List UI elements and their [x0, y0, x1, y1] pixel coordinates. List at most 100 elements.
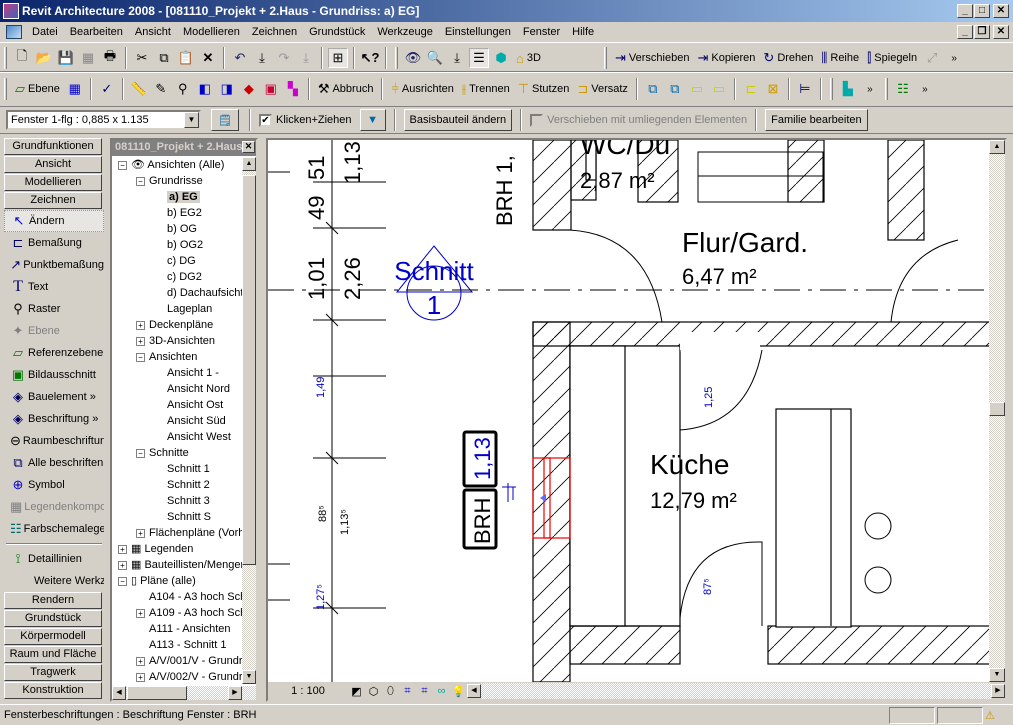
- tree-node[interactable]: Ansicht 1 -: [112, 365, 244, 381]
- tool-raumbeschriftung[interactable]: ⊖ Raumbeschriftung: [4, 430, 104, 452]
- browser-vscroll[interactable]: ▲ ▼: [242, 157, 256, 684]
- tree-node[interactable]: +A/V/001/V - Grundriss: [112, 653, 244, 669]
- expand-icon[interactable]: +: [118, 544, 127, 554]
- tree-node[interactable]: Ansicht Ost: [112, 397, 244, 413]
- tool-raster[interactable]: ⚲ Raster: [4, 298, 104, 320]
- tree-node[interactable]: b) OG2: [112, 237, 244, 253]
- join-icon[interactable]: ⧉: [643, 79, 663, 99]
- canvas-scroll-up-icon[interactable]: ▲: [989, 140, 1005, 154]
- tree-node[interactable]: − Grundrisse: [112, 173, 244, 189]
- scroll-right-icon[interactable]: ▶: [228, 686, 242, 700]
- tool-bildausschnitt[interactable]: ▣ Bildausschnitt: [4, 364, 104, 386]
- 3d-view-button[interactable]: ⌂ 3D: [512, 47, 545, 69]
- crop-visibility-icon[interactable]: ⌗: [416, 685, 433, 698]
- align-button[interactable]: ⫩ Ausrichten: [387, 78, 457, 100]
- tree-node[interactable]: A104 - A3 hoch Schnitt: [112, 589, 244, 605]
- menu-werkzeuge[interactable]: Werkzeuge: [371, 26, 438, 38]
- temp-hide-icon[interactable]: ∞: [433, 685, 450, 697]
- array-button[interactable]: ⫼ Reihe: [817, 47, 863, 69]
- doc-restore-button[interactable]: ❐: [974, 25, 990, 39]
- paint-icon[interactable]: ⚲: [173, 79, 193, 99]
- join-geometry-icon[interactable]: ◨: [217, 79, 237, 99]
- more-tools-icon[interactable]: »: [944, 48, 964, 68]
- cut-icon[interactable]: ✂: [132, 48, 152, 68]
- expand-icon[interactable]: +: [136, 656, 145, 666]
- render-icon[interactable]: ▙: [838, 79, 858, 99]
- copy-element-button[interactable]: ⇥ Kopieren: [693, 47, 759, 69]
- tree-node[interactable]: + Flächenpläne (Vorh.): [112, 525, 244, 541]
- open-icon[interactable]: 📂: [34, 48, 54, 68]
- offset-button[interactable]: ⊐ Versatz: [573, 78, 632, 100]
- tool-beschriftung[interactable]: ◈ Beschriftung »: [4, 408, 104, 430]
- close-icon[interactable]: ✕: [242, 141, 255, 153]
- tree-node[interactable]: + ▦ Legenden: [112, 541, 244, 557]
- split-button[interactable]: ⫲ Trennen: [458, 78, 514, 100]
- delete-icon[interactable]: ✕: [198, 48, 218, 68]
- doc-minimize-button[interactable]: _: [957, 25, 973, 39]
- scroll-thumb[interactable]: [242, 175, 256, 565]
- uncut-wall-icon[interactable]: ▭: [709, 79, 729, 99]
- collapse-icon[interactable]: −: [118, 160, 127, 170]
- close-button[interactable]: ✕: [993, 4, 1009, 18]
- tree-node[interactable]: +A109 - A3 hoch Schnitt: [112, 605, 244, 621]
- tree-node[interactable]: c) DG: [112, 253, 244, 269]
- tree-node[interactable]: Ansicht Nord: [112, 381, 244, 397]
- scroll-up-icon[interactable]: ▲: [242, 157, 256, 171]
- maximize-button[interactable]: □: [974, 4, 990, 18]
- tree-node[interactable]: Schnitt 3: [112, 493, 244, 509]
- selected-window-tag[interactable]: 1,13 BRH: [462, 430, 516, 550]
- collapse-icon[interactable]: −: [136, 352, 145, 362]
- move-button[interactable]: ⇥ Verschieben: [611, 47, 693, 69]
- paint-bucket-icon[interactable]: ◆: [239, 79, 259, 99]
- split-face-icon[interactable]: ◧: [195, 79, 215, 99]
- menu-fenster[interactable]: Fenster: [517, 26, 566, 38]
- section-marker[interactable]: Schnitt 1: [394, 245, 475, 321]
- tree-node[interactable]: A113 - Schnitt 1: [112, 637, 244, 653]
- tool-symbol[interactable]: ⊕ Symbol: [4, 474, 104, 496]
- resize-icon[interactable]: ⤢: [922, 48, 942, 68]
- tab-ansicht[interactable]: Ansicht: [4, 156, 102, 173]
- canvas-scroll-down-icon[interactable]: ▼: [989, 668, 1005, 682]
- expand-icon[interactable]: +: [118, 560, 127, 570]
- cut-geometry-icon[interactable]: ▣: [261, 79, 281, 99]
- zoom-dropdown-icon[interactable]: ⤓: [447, 48, 467, 68]
- window-tag-brh-top[interactable]: BRH 1,: [492, 155, 517, 226]
- pick-host-icon[interactable]: ⊠: [763, 79, 783, 99]
- dimension-lock-icon[interactable]: ⊨: [795, 79, 815, 99]
- demolish-button[interactable]: ⚒ Abbruch: [314, 78, 378, 100]
- menu-hilfe[interactable]: Hilfe: [566, 26, 600, 38]
- spellcheck-icon[interactable]: ✓: [97, 79, 117, 99]
- cut-wall-icon[interactable]: ▭: [687, 79, 707, 99]
- save-icon[interactable]: 💾: [56, 48, 76, 68]
- scroll-left-icon[interactable]: ◀: [112, 686, 126, 700]
- expand-icon[interactable]: +: [136, 320, 145, 330]
- redo-icon[interactable]: ↷: [274, 48, 294, 68]
- expand-icon[interactable]: +: [136, 528, 145, 538]
- hscroll-thumb[interactable]: [127, 686, 187, 700]
- tab-konstruktion[interactable]: Konstruktion: [4, 682, 102, 699]
- tab-koerpermodell[interactable]: Körpermodell: [4, 628, 102, 645]
- paste-icon[interactable]: 📋: [176, 48, 196, 68]
- model-graphics-icon[interactable]: ⬡: [365, 685, 382, 698]
- klicken-ziehen-checkbox[interactable]: ✔ Klicken+Ziehen: [259, 113, 352, 127]
- menu-einstellungen[interactable]: Einstellungen: [439, 26, 517, 38]
- detail-level-icon[interactable]: ◩: [348, 685, 365, 698]
- more2-icon[interactable]: »: [915, 79, 935, 99]
- tree-node[interactable]: Schnitt 2: [112, 477, 244, 493]
- document-icon[interactable]: [6, 25, 22, 39]
- tree-node[interactable]: b) OG: [112, 221, 244, 237]
- undo-dropdown-icon[interactable]: ⤓: [252, 48, 272, 68]
- more-tools[interactable]: Weitere Werkzeuge: [4, 570, 104, 592]
- tree-node[interactable]: − ▯ Pläne (alle): [112, 573, 244, 589]
- canvas-vscroll[interactable]: ▲ ▼: [989, 140, 1005, 682]
- tree-node[interactable]: − 👁 Ansichten (Alle): [112, 157, 244, 173]
- tool-bemassung[interactable]: ⊏ Bemaßung: [4, 232, 104, 254]
- tool-alle-beschriften[interactable]: ⧉ Alle beschriften: [4, 452, 104, 474]
- reveal-hidden-icon[interactable]: 💡: [450, 685, 467, 698]
- grid-pattern-icon[interactable]: ▦: [65, 79, 85, 99]
- tree-node[interactable]: Schnitt S: [112, 509, 244, 525]
- menu-ansicht[interactable]: Ansicht: [129, 26, 177, 38]
- thin-lines-icon[interactable]: ☰: [469, 48, 489, 68]
- tree-node[interactable]: − Ansichten: [112, 349, 244, 365]
- menu-datei[interactable]: Datei: [26, 26, 64, 38]
